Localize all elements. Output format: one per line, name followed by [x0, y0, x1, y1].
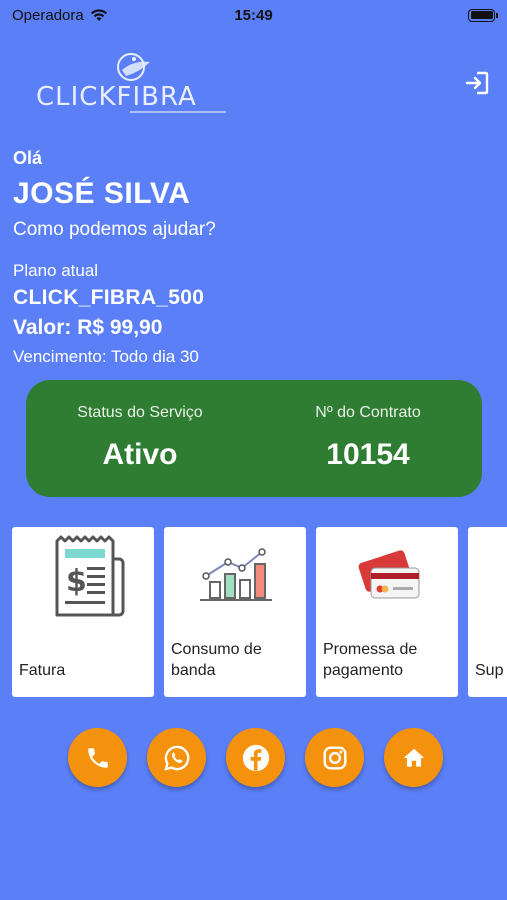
whatsapp-button[interactable]: [147, 728, 206, 787]
action-cards: $ Fatura Consumo de banda Promessa de pa…: [12, 527, 507, 697]
card-promessa-de-pagamento[interactable]: Promessa de pagamento: [316, 527, 458, 697]
status-bar: Operadora 15:49: [0, 0, 507, 30]
help-text: Como podemos ajudar?: [13, 219, 216, 240]
facebook-button[interactable]: [226, 728, 285, 787]
facebook-icon: [242, 744, 269, 771]
bar-chart-icon: [200, 548, 272, 601]
logo-tagline: [130, 111, 226, 113]
plan-label: Plano atual: [13, 261, 99, 280]
contract-label: Nº do Contrato: [315, 404, 421, 421]
svg-text:$: $: [66, 564, 87, 599]
invoice-icon: $: [55, 535, 125, 617]
phone-button[interactable]: [68, 728, 127, 787]
clock: 15:49: [234, 6, 273, 24]
social-buttons: [68, 728, 443, 787]
card-label: Fatura: [19, 662, 66, 679]
card-consumo-de-banda[interactable]: Consumo de banda: [164, 527, 306, 697]
service-status: Status do Serviço Ativo: [26, 380, 254, 497]
credit-card-icon: [358, 550, 420, 599]
greeting-hello: Olá: [13, 148, 43, 168]
home-icon: [403, 748, 424, 767]
plan-value: Valor: R$ 99,90: [13, 316, 163, 339]
instagram-button[interactable]: [305, 728, 364, 787]
card-label: Consumo de banda: [171, 641, 262, 679]
battery-icon: [468, 8, 498, 22]
contract-info: Nº do Contrato 10154: [254, 380, 482, 497]
service-status-value: Ativo: [102, 438, 178, 471]
brand-logo: CLICKFIBRA: [36, 50, 226, 120]
logout-button[interactable]: [462, 68, 492, 98]
wifi-icon: [90, 9, 107, 21]
card-suporte[interactable]: Sup: [468, 527, 507, 697]
service-status-card: Status do Serviço Ativo Nº do Contrato 1…: [26, 380, 482, 497]
status-left: Operadora: [12, 7, 108, 24]
service-status-label: Status do Serviço: [77, 404, 203, 421]
card-fatura[interactable]: $ Fatura: [12, 527, 154, 697]
plan-name: CLICK_FIBRA_500: [13, 286, 205, 309]
card-label: Sup: [475, 662, 504, 679]
whatsapp-icon: [163, 745, 189, 771]
instagram-icon: [323, 746, 346, 769]
logo-text: CLICKFIBRA: [36, 82, 197, 112]
user-name: JOSÉ SILVA: [13, 177, 191, 210]
carrier-label: Operadora: [12, 6, 84, 24]
home-button[interactable]: [384, 728, 443, 787]
plan-due-date: Vencimento: Todo dia 30: [13, 347, 199, 366]
phone-icon: [87, 747, 108, 768]
contract-number: 10154: [326, 438, 410, 471]
card-label: Promessa de pagamento: [323, 641, 418, 679]
logout-icon: [465, 71, 489, 95]
support-icon: [494, 542, 507, 612]
